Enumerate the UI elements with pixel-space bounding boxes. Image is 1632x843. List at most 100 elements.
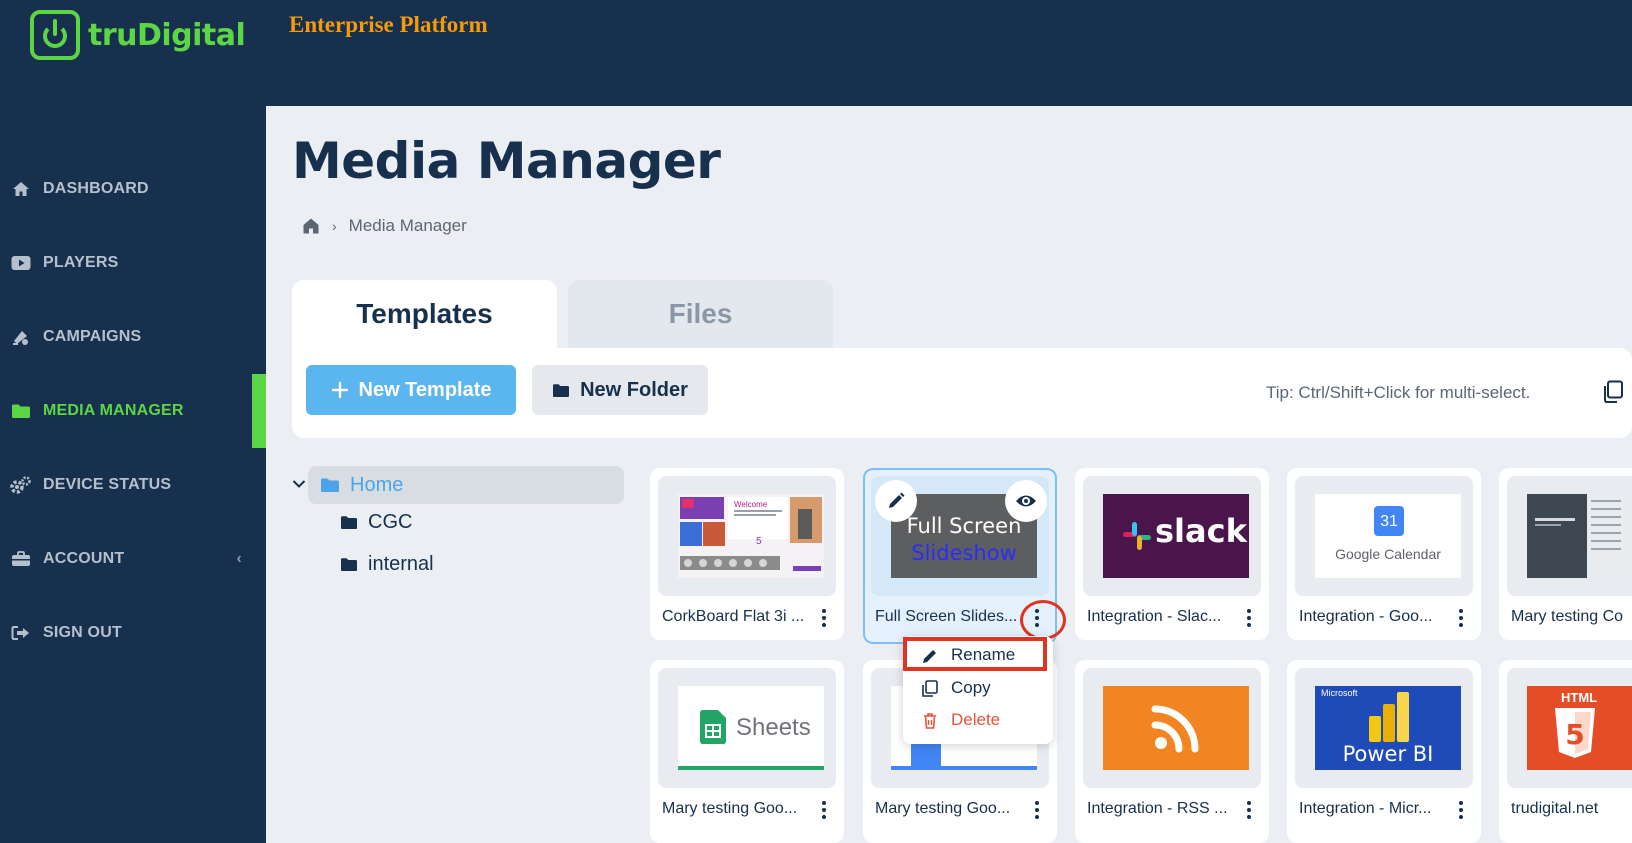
sheets-icon xyxy=(700,710,726,744)
sidebar-item-account[interactable]: ACCOUNT ‹ xyxy=(0,522,266,596)
card-title: Integration - Micr... xyxy=(1299,800,1432,817)
more-options-icon[interactable] xyxy=(1453,798,1469,822)
more-options-icon[interactable] xyxy=(1453,606,1469,630)
sidebar-item-campaigns[interactable]: CAMPAIGNS xyxy=(0,300,266,374)
template-card[interactable]: Microsoft Power BI Integration - Micr... xyxy=(1287,660,1481,843)
sidebar-item-sign-out[interactable]: SIGN OUT xyxy=(0,596,266,670)
home-icon[interactable] xyxy=(302,217,320,235)
template-thumbnail xyxy=(1083,668,1261,788)
sidebar-item-label: CAMPAIGNS xyxy=(43,328,142,345)
tree-item-cgc[interactable]: CGC xyxy=(340,507,412,537)
copy-icon xyxy=(922,680,938,697)
play-icon xyxy=(10,254,32,272)
tree-item-label: CGC xyxy=(368,510,413,533)
google-calendar-text: Google Calendar xyxy=(1335,546,1441,562)
rss-thumbnail xyxy=(1103,686,1249,770)
slack-thumbnail: slack xyxy=(1103,494,1249,578)
template-card[interactable]: Sheets Mary testing Goo... xyxy=(650,660,844,843)
new-folder-label: New Folder xyxy=(580,378,688,401)
power-bi-icon xyxy=(1369,692,1409,742)
sidebar-item-label: MEDIA MANAGER xyxy=(43,402,184,419)
html5-thumbnail: HTML 5 xyxy=(1527,686,1632,770)
thumb-line2: Slideshow xyxy=(911,541,1017,565)
menu-item-delete[interactable]: Delete xyxy=(903,705,1053,735)
calendar-icon: 31 xyxy=(1374,506,1404,536)
card-title: Mary testing Co xyxy=(1511,608,1624,625)
template-thumbnail: slack xyxy=(1083,476,1261,596)
new-folder-button[interactable]: New Folder xyxy=(532,365,708,415)
folder-icon xyxy=(321,478,339,492)
home-icon xyxy=(10,180,32,198)
sign-out-icon xyxy=(10,624,32,642)
eye-icon[interactable] xyxy=(1005,480,1047,522)
svg-text:5: 5 xyxy=(1565,718,1584,751)
tab-templates[interactable]: Templates xyxy=(292,280,557,348)
more-options-icon[interactable] xyxy=(1029,798,1045,822)
template-card[interactable]: Mary testing Co xyxy=(1499,468,1632,640)
card-title: Mary testing Goo... xyxy=(662,800,798,817)
sidebar-item-label: PLAYERS xyxy=(43,254,119,271)
sheets-wordmark: Sheets xyxy=(736,714,811,741)
copy-icon[interactable] xyxy=(1602,380,1624,404)
rss-icon xyxy=(1151,705,1199,753)
sidebar-item-device-status[interactable]: DEVICE STATUS xyxy=(0,448,266,522)
menu-item-label: Delete xyxy=(951,710,1001,729)
breadcrumb: › Media Manager xyxy=(302,216,467,236)
template-card[interactable]: HTML 5 trudigital.net xyxy=(1499,660,1632,843)
template-card[interactable]: Welcome 5 CorkBoard Flat 3i ... xyxy=(650,468,844,640)
folder-icon xyxy=(341,557,357,571)
card-title: Integration - Goo... xyxy=(1299,608,1433,625)
top-bar: truDigital Enterprise Platform xyxy=(0,0,1632,106)
edit-icon[interactable] xyxy=(875,480,917,522)
html-text: HTML xyxy=(1561,690,1598,705)
template-thumbnail: Microsoft Power BI xyxy=(1295,668,1473,788)
html5-icon: 5 xyxy=(1555,708,1595,758)
sidebar-item-players[interactable]: PLAYERS xyxy=(0,226,266,300)
chevron-left-icon[interactable]: ‹ xyxy=(236,550,242,568)
new-template-button[interactable]: New Template xyxy=(306,365,516,415)
power-bi-wordmark: Power BI xyxy=(1342,742,1434,766)
tab-files[interactable]: Files xyxy=(568,280,833,348)
toolbar: New Template New Folder Tip: Ctrl/Shift+… xyxy=(292,348,1632,438)
template-thumbnail: Welcome 5 xyxy=(658,476,836,596)
slack-logo-icon xyxy=(1123,522,1151,550)
card-title: Integration - Slac... xyxy=(1087,608,1222,625)
highlight-box xyxy=(903,637,1047,671)
sidebar-item-label: SIGN OUT xyxy=(43,624,122,641)
sidebar-item-label: DEVICE STATUS xyxy=(43,476,172,493)
tree-item-home[interactable]: Home xyxy=(308,466,624,504)
sidebar-item-dashboard[interactable]: DASHBOARD xyxy=(0,152,266,226)
highlight-circle xyxy=(1020,600,1066,640)
tree-item-internal[interactable]: internal xyxy=(340,549,434,579)
chevron-down-icon[interactable] xyxy=(292,476,306,492)
more-options-icon[interactable] xyxy=(816,606,832,630)
card-title: Integration - RSS ... xyxy=(1087,800,1228,817)
trash-icon xyxy=(924,713,936,729)
template-thumbnail: HTML 5 xyxy=(1507,668,1632,788)
template-thumbnail xyxy=(1507,476,1632,596)
plus-icon xyxy=(331,381,348,399)
template-card[interactable]: slack Integration - Slac... xyxy=(1075,468,1269,640)
more-options-icon[interactable] xyxy=(816,798,832,822)
tabs: Templates Files xyxy=(292,280,833,348)
menu-item-copy[interactable]: Copy xyxy=(903,673,1053,703)
template-card[interactable]: Integration - RSS ... xyxy=(1075,660,1269,843)
new-template-label: New Template xyxy=(358,378,492,401)
more-options-icon[interactable] xyxy=(1241,798,1257,822)
card-title: Mary testing Goo... xyxy=(875,800,1011,817)
power-bi-thumbnail: Microsoft Power BI xyxy=(1315,686,1461,770)
microsoft-text: Microsoft xyxy=(1321,688,1358,698)
campaign-icon xyxy=(10,328,32,346)
logo-text: truDigital xyxy=(88,17,246,53)
breadcrumb-current: Media Manager xyxy=(348,216,467,235)
card-title: Full Screen Slides... xyxy=(875,608,1018,625)
card-title: trudigital.net xyxy=(1511,800,1599,817)
trudigital-logo[interactable]: truDigital xyxy=(30,10,246,60)
sidebar-item-media-manager[interactable]: MEDIA MANAGER xyxy=(0,374,266,448)
template-card[interactable]: 31 Google Calendar Integration - Goo... xyxy=(1287,468,1481,640)
page-title: Media Manager xyxy=(292,132,721,190)
sidebar-item-label: DASHBOARD xyxy=(43,180,149,197)
tree-item-label: internal xyxy=(368,552,434,575)
more-options-icon[interactable] xyxy=(1241,606,1257,630)
active-indicator xyxy=(252,374,266,448)
